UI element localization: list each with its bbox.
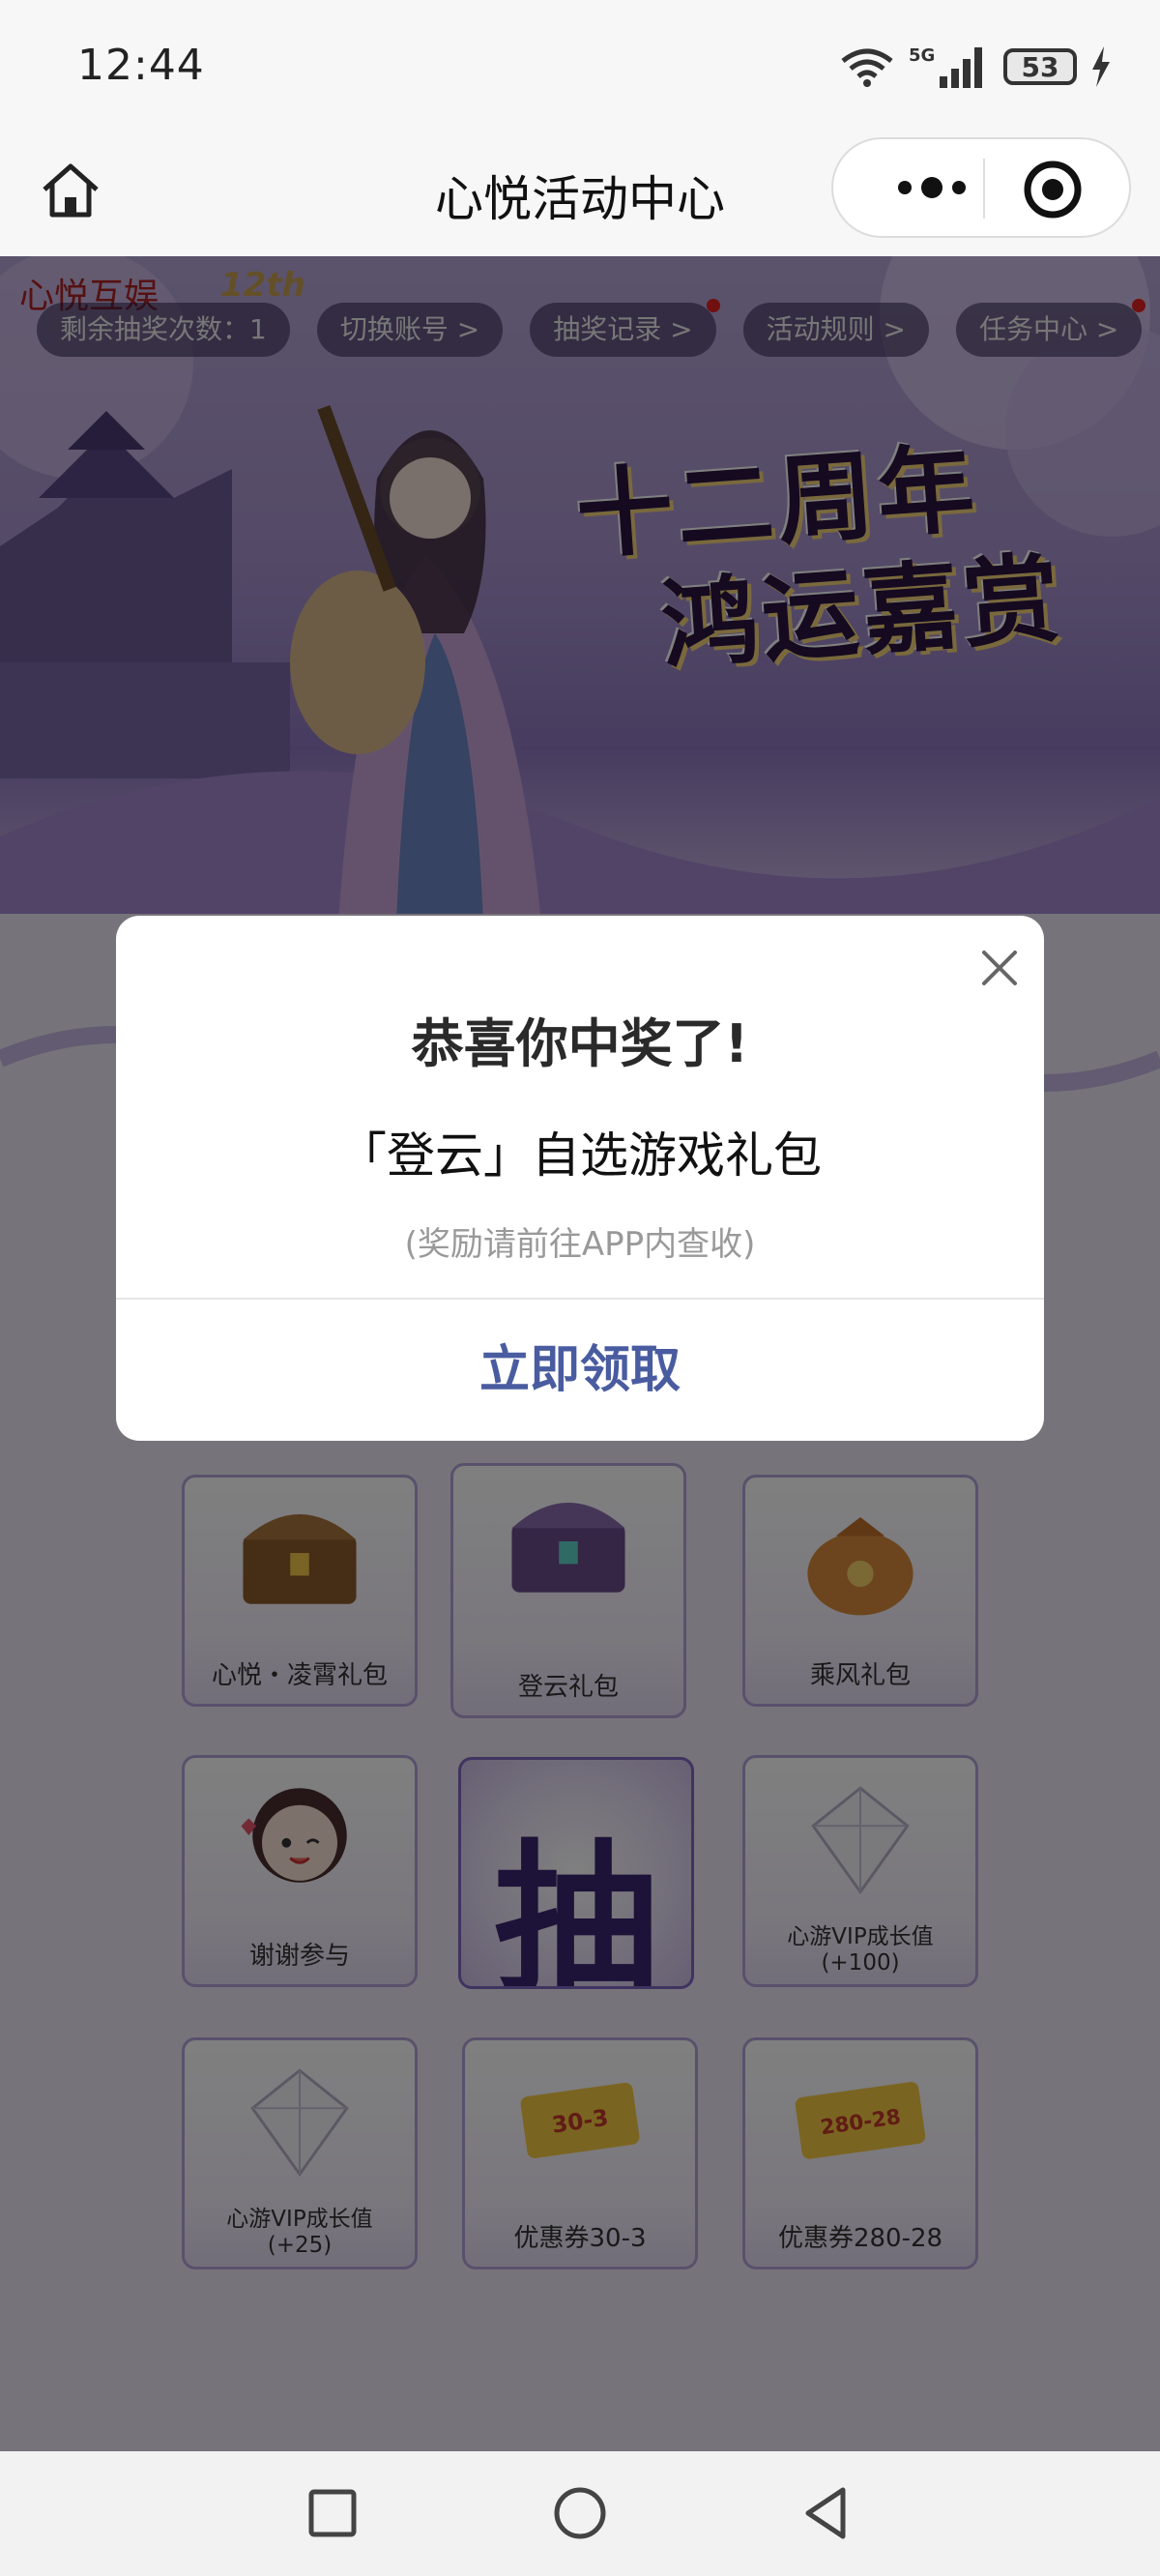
claim-now-button[interactable]: 立即领取 [116,1300,1044,1441]
dialog-title: 恭喜你中奖了! [411,1013,749,1074]
battery-icon: 53 [1003,48,1077,85]
network-type: 5G [909,45,935,66]
capsule-menu [831,137,1131,238]
prize-note: (奖励请前往APP内查收) [404,1225,756,1264]
status-time: 12:44 [77,41,205,90]
close-icon[interactable] [974,943,1025,993]
prize-dialog: 恭喜你中奖了! 「登云」自选游戏礼包 (奖励请前往APP内查收) 立即领取 [116,916,1044,1441]
capsule-separator [983,159,985,219]
close-miniprogram-icon[interactable] [1022,159,1084,220]
system-navigation-bar [0,2451,1160,2576]
mini-program-navbar: 心悦活动中心 [0,135,1160,256]
recent-apps-icon[interactable] [302,2482,363,2544]
status-icons: 5G 53 [839,43,1112,91]
status-bar: 12:44 5G 53 [0,0,1160,135]
more-options-icon[interactable] [874,139,1009,236]
signal-icon: 5G [909,45,982,88]
prize-name: 「登云」自选游戏礼包 [338,1127,822,1184]
back-icon[interactable] [797,2482,858,2544]
home-button-icon[interactable] [549,2482,611,2544]
charging-bolt-icon [1092,46,1110,87]
wifi-icon [841,48,893,87]
